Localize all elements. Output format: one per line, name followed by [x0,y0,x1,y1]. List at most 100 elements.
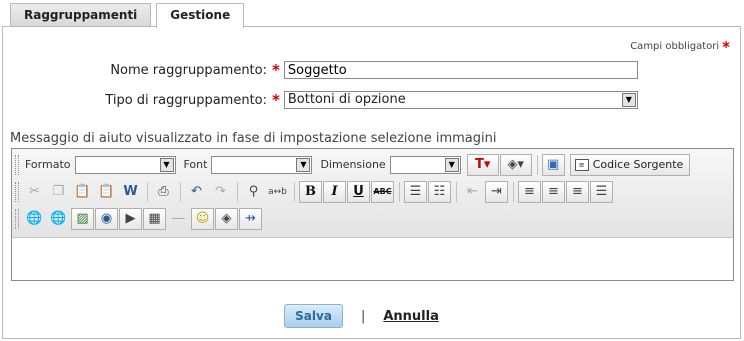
paste-button[interactable]: 📋 [71,181,94,203]
media-icon: ▶ [125,211,136,226]
link-button[interactable]: 🌐 [23,208,46,230]
unlink-button[interactable]: 🌐 [47,208,70,230]
binoculars-icon: ⚲ [248,184,259,199]
page-break-button[interactable]: ⇸ [239,207,262,230]
bold-button[interactable]: B [299,180,322,203]
align-justify-icon: ☰ [595,184,608,199]
format-label: Formato [25,158,71,171]
underline-icon: U [353,184,364,199]
toolbar-row-3: 🌐 🌐 ▨ ◉ ▶ ▦ ― ☺ ◈ ⇸ [15,205,733,232]
italic-button[interactable]: I [323,180,346,203]
background-color-icon: ◈▾ [507,157,524,172]
tab-bar: Raggruppamenti Gestione [10,3,249,28]
dropdown-arrow-icon[interactable]: ▼ [621,93,636,107]
paste-word-icon: W [123,184,138,199]
help-message-label: Messaggio di aiuto visualizzato in fase … [10,131,497,146]
toolbar-separator [180,181,181,202]
required-fields-note: Campi obbligatori * [630,37,730,56]
indent-button[interactable]: ⇥ [485,180,508,203]
toolbar-grip-icon[interactable] [15,154,19,175]
media-button[interactable]: ▶ [119,207,142,230]
background-color-button[interactable]: ◈▾ [499,153,532,176]
align-left-icon: ≡ [524,184,535,199]
table-button[interactable]: ▦ [143,207,166,230]
size-combo[interactable]: ▼ [389,155,461,174]
editor-toolbar: Formato ▼ Font ▼ Dimensione ▼ T▾ ◈▾ ▣ ≡ … [12,149,733,238]
indent-icon: ⇥ [491,184,502,199]
align-center-icon: ≡ [548,184,559,199]
underline-button[interactable]: U [347,180,370,203]
actions-divider: | [360,308,366,324]
undo-icon: ↶ [191,184,202,199]
toolbar-separator [456,181,457,202]
numbered-list-button[interactable]: ☰ [404,180,427,203]
toolbar-row-2: ✂ ❐ 📋 📋 W ⎙ ↶ ↷ ⚲ a↔b B I U ABC ☰ ☷ ⇤ ⇥ … [15,178,733,205]
strikethrough-icon: ABC [373,187,392,196]
bold-icon: B [305,184,316,199]
save-button[interactable]: Salva [284,304,343,328]
font-label: Font [183,158,208,171]
name-row: Nome raggruppamento: * [3,61,638,79]
align-center-button[interactable]: ≡ [542,180,565,203]
format-combo[interactable]: ▼ [74,155,176,174]
text-color-button[interactable]: T▾ [466,153,499,176]
cut-button[interactable]: ✂ [23,181,46,203]
paste-text-icon: 📋 [98,184,115,199]
page-break-icon: ⇸ [245,211,256,226]
toolbar-separator [147,181,148,202]
dropdown-arrow-icon[interactable]: ▼ [444,157,459,172]
numbered-list-icon: ☰ [409,184,422,199]
dropdown-arrow-icon[interactable]: ▼ [159,157,174,172]
editor-content-area[interactable] [12,238,733,280]
group-name-input[interactable] [283,61,638,79]
unlink-icon: 🌐 [50,211,67,226]
tab-raggruppamenti[interactable]: Raggruppamenti [10,3,152,27]
undo-button[interactable]: ↶ [185,181,208,203]
outdent-button[interactable]: ⇤ [461,181,484,203]
bulleted-list-icon: ☷ [433,184,446,199]
maximize-button[interactable]: ▣ [541,153,565,176]
align-right-button[interactable]: ≡ [566,180,589,203]
redo-icon: ↷ [215,184,226,199]
source-code-button[interactable]: ≡ Codice Sorgente [569,153,691,176]
required-star-icon: * [272,61,280,79]
font-combo[interactable]: ▼ [211,155,313,174]
outdent-icon: ⇤ [467,184,478,199]
paste-word-button[interactable]: W [119,181,142,203]
print-button[interactable]: ⎙ [152,181,175,203]
toolbar-row-1: Formato ▼ Font ▼ Dimensione ▼ T▾ ◈▾ ▣ ≡ … [15,151,733,178]
replace-icon: a↔b [268,186,287,197]
group-type-select[interactable]: Bottoni di opzione ▼ [283,91,638,109]
special-char-icon: ◈ [221,211,232,226]
toolbar-separator [513,181,514,202]
name-label: Nome raggruppamento: [110,62,267,78]
horizontal-rule-button[interactable]: ― [167,208,190,230]
paste-text-button[interactable]: 📋 [95,181,118,203]
align-justify-button[interactable]: ☰ [590,180,613,203]
toolbar-separator [237,181,238,202]
bulleted-list-button[interactable]: ☷ [428,180,451,203]
copy-icon: ❐ [52,184,65,199]
horizontal-rule-icon: ― [172,211,185,226]
strikethrough-button[interactable]: ABC [371,180,394,203]
smiley-button[interactable]: ☺ [191,207,214,230]
replace-button[interactable]: a↔b [266,181,289,203]
required-star-icon: * [272,91,280,109]
size-label: Dimensione [320,158,386,171]
special-char-button[interactable]: ◈ [215,207,238,230]
dropdown-arrow-icon[interactable]: ▼ [296,157,311,172]
toolbar-grip-icon[interactable] [15,208,19,229]
align-left-button[interactable]: ≡ [518,180,541,203]
maximize-icon: ▣ [547,157,560,172]
find-button[interactable]: ⚲ [242,181,265,203]
tab-gestione[interactable]: Gestione [156,3,245,28]
toolbar-grip-icon[interactable] [15,181,19,202]
copy-button[interactable]: ❐ [47,181,70,203]
flash-button[interactable]: ◉ [95,207,118,230]
toolbar-separator [399,181,400,202]
cancel-link[interactable]: Annulla [383,309,439,324]
redo-button[interactable]: ↷ [209,181,232,203]
image-button[interactable]: ▨ [71,207,94,230]
required-star-icon: * [722,37,730,56]
print-icon: ⎙ [158,184,169,199]
